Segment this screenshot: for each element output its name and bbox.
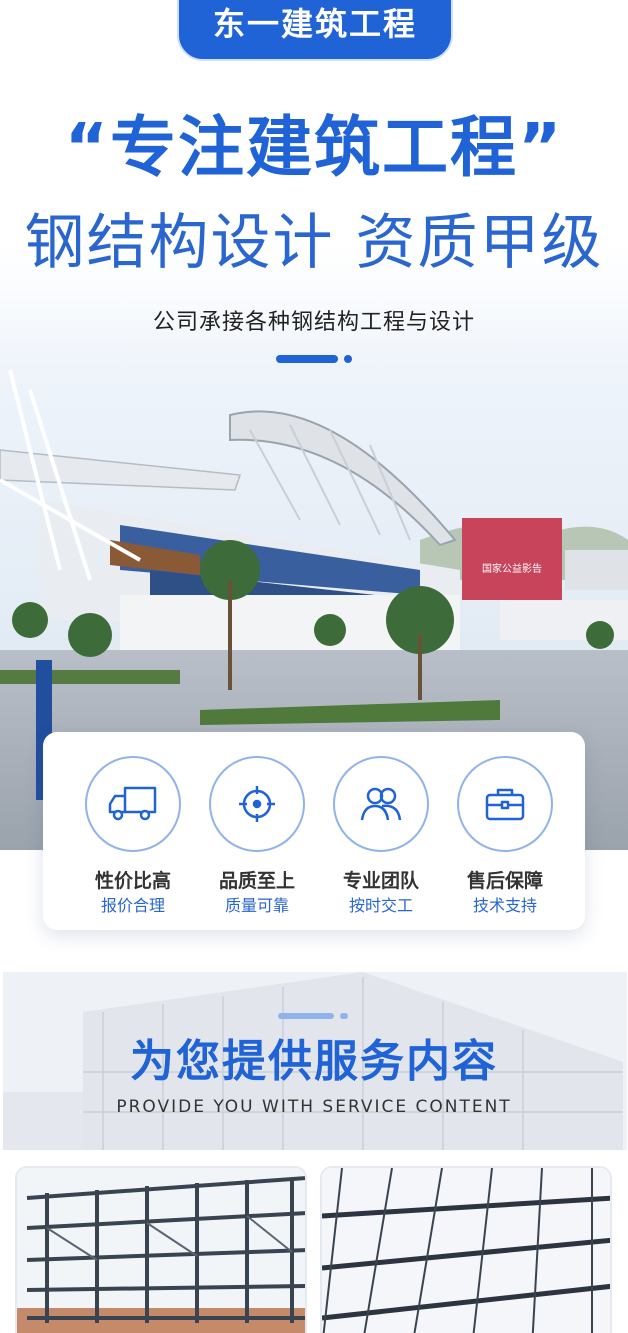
services-title: 为您提供服务内容 xyxy=(130,1036,498,1087)
feature-item-price: 性价比高 报价合理 xyxy=(60,732,181,930)
team-icon xyxy=(333,756,429,852)
decorative-dot xyxy=(340,1013,348,1019)
hero-section: 国家公益影告 东一建筑工程 “专注建筑工程” 钢结构设计 资质甲级 公司承接各种… xyxy=(0,0,628,850)
services-subtitle: PROVIDE YOU WITH SERVICE CONTENT xyxy=(116,1097,512,1117)
service-card-steel-frame[interactable] xyxy=(15,1166,307,1333)
feature-title: 售后保障 xyxy=(466,870,543,892)
feature-subtitle: 技术支持 xyxy=(472,896,537,915)
hero-headline: “专注建筑工程” xyxy=(64,109,564,186)
feature-item-service: 售后保障 技术支持 xyxy=(432,732,553,930)
brand-name: 东一建筑工程 xyxy=(212,5,417,43)
decorative-dash xyxy=(278,1013,334,1019)
service-card-steel-roof[interactable] xyxy=(320,1166,612,1333)
feature-item-quality: 品质至上 质量可靠 xyxy=(184,732,305,930)
target-icon xyxy=(209,756,305,852)
feature-item-team: 专业团队 按时交工 xyxy=(308,732,429,930)
steel-frame-photo xyxy=(17,1168,305,1333)
features-card: 性价比高 报价合理 品质至上 质量可靠 专业团队 按时交工 售后保障 技术支持 xyxy=(43,732,585,930)
hero-subheadline: 钢结构设计 资质甲级 xyxy=(24,208,604,278)
briefcase-icon xyxy=(457,756,553,852)
decorative-dash xyxy=(276,355,338,363)
brand-tab: 东一建筑工程 xyxy=(177,0,453,61)
billboard-text: 国家公益影告 xyxy=(482,562,542,575)
steel-roof-photo xyxy=(322,1168,610,1333)
truck-icon xyxy=(85,756,181,852)
hero-tagline: 公司承接各种钢结构工程与设计 xyxy=(152,310,475,335)
decorative-dot xyxy=(344,355,352,363)
